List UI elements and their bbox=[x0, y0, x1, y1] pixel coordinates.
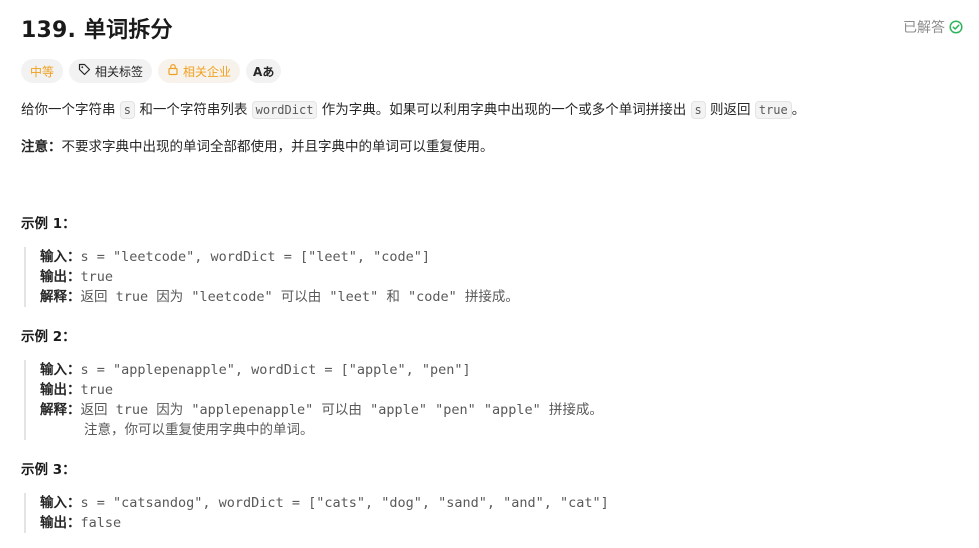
code-true: true bbox=[754, 101, 792, 119]
code-worddict: wordDict bbox=[251, 101, 318, 119]
explain-label: 解释： bbox=[40, 402, 81, 418]
output-label: 输出： bbox=[40, 515, 81, 531]
tag-icon bbox=[78, 63, 91, 79]
related-companies-label: 相关企业 bbox=[183, 64, 232, 79]
note-text: 不要求字典中出现的单词全部都使用，并且字典中的单词可以重复使用。 bbox=[61, 139, 494, 155]
output-label: 输出： bbox=[40, 269, 81, 285]
check-circle-icon bbox=[949, 20, 963, 34]
desc-text-2: 和一个字符串列表 bbox=[135, 102, 252, 118]
example-explain: 返回 true 因为 "leetcode" 可以由 "leet" 和 "code… bbox=[80, 289, 519, 305]
translate-button[interactable]: Aあ bbox=[246, 59, 282, 83]
example-1-title: 示例 1： bbox=[21, 216, 76, 232]
example-1-block: 输入：s = "leetcode", wordDict = ["leet", "… bbox=[24, 247, 519, 307]
output-label: 输出： bbox=[40, 382, 81, 398]
desc-text-3: 作为字典。如果可以利用字典中出现的一个或多个单词拼接出 bbox=[317, 102, 691, 118]
code-s-2: s bbox=[690, 101, 706, 119]
code-s: s bbox=[119, 101, 136, 119]
desc-text-1: 给你一个字符串 bbox=[21, 102, 120, 118]
problem-title: 139. 单词拆分 bbox=[21, 18, 173, 43]
example-explain: 返回 true 因为 "applepenapple" 可以由 "apple" "… bbox=[80, 402, 603, 418]
difficulty-tag[interactable]: 中等 bbox=[21, 59, 64, 83]
problem-note: 注意：不要求字典中出现的单词全部都使用，并且字典中的单词可以重复使用。 bbox=[21, 136, 494, 158]
desc-text-5: 。 bbox=[791, 102, 806, 118]
example-3-block: 输入：s = "catsandog", wordDict = ["cats", … bbox=[24, 493, 609, 533]
example-output: true bbox=[80, 382, 114, 398]
example-2-block: 输入：s = "applepenapple", wordDict = ["app… bbox=[24, 360, 603, 440]
tag-row: 中等 相关标签 相关企业 Aあ bbox=[21, 59, 282, 83]
input-label: 输入： bbox=[40, 495, 81, 511]
solved-status: 已解答 bbox=[903, 17, 963, 37]
solved-label: 已解答 bbox=[903, 20, 945, 36]
related-tags-label: 相关标签 bbox=[95, 64, 144, 79]
explain-label: 解释： bbox=[40, 289, 81, 305]
related-companies-button[interactable]: 相关企业 bbox=[158, 59, 241, 83]
example-input: s = "catsandog", wordDict = ["cats", "do… bbox=[80, 495, 609, 511]
input-label: 输入： bbox=[40, 362, 81, 378]
input-label: 输入： bbox=[40, 249, 81, 265]
desc-text-4: 则返回 bbox=[705, 102, 755, 118]
example-output: false bbox=[80, 515, 122, 531]
related-tags-button[interactable]: 相关标签 bbox=[69, 59, 153, 83]
example-explain-extra: 注意，你可以重复使用字典中的单词。 bbox=[84, 422, 314, 438]
problem-description: 给你一个字符串 s 和一个字符串列表 wordDict 作为字典。如果可以利用字… bbox=[21, 99, 959, 121]
note-label: 注意： bbox=[21, 139, 62, 155]
example-output: true bbox=[80, 269, 114, 285]
example-3-title: 示例 3： bbox=[21, 462, 76, 478]
example-input: s = "leetcode", wordDict = ["leet", "cod… bbox=[80, 249, 431, 265]
example-input: s = "applepenapple", wordDict = ["apple"… bbox=[80, 362, 471, 378]
example-2-title: 示例 2： bbox=[21, 329, 76, 345]
translate-icon: Aあ bbox=[253, 64, 275, 79]
lock-icon bbox=[167, 63, 179, 79]
